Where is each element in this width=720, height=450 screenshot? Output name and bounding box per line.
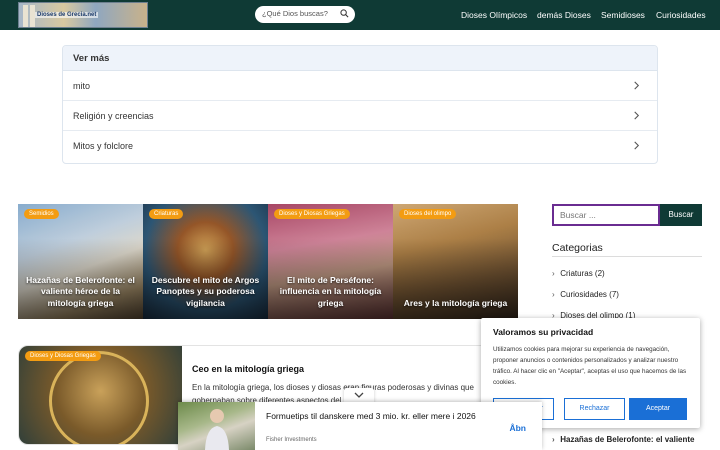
article-title[interactable]: Ceo en la mitología griega <box>192 364 304 374</box>
featured-post-persefone[interactable]: Dioses y Diosas Griegas El mito de Persé… <box>268 204 393 319</box>
nav-item-dioses-olimpicos[interactable]: Dioses Olímpicos <box>461 10 527 20</box>
image-frame <box>49 351 149 444</box>
category-badge[interactable]: Dioses del olimpo <box>399 209 457 219</box>
featured-post-title[interactable]: El mito de Perséfone: influencia en la m… <box>274 275 387 309</box>
sidebar-search-input[interactable]: Buscar ... <box>552 204 660 226</box>
ad-image <box>178 402 255 450</box>
logo-text: Dioses de Grecia.net <box>35 12 99 18</box>
chevron-right-icon <box>634 81 640 90</box>
cookie-title: Valoramos su privacidad <box>493 327 594 337</box>
nav-menu-3: Semidioses <box>601 0 645 30</box>
chevron-right-icon: › <box>552 269 555 278</box>
nav-item-demas-dioses[interactable]: demás Dioses <box>537 10 591 20</box>
sidebar-search-placeholder: Buscar ... <box>560 210 596 220</box>
article-image[interactable]: Dioses y Diosas Griegas <box>19 346 182 444</box>
see-more-card: Ver más mito Religión y creencias Mitos … <box>62 45 658 164</box>
see-more-item-mito[interactable]: mito <box>63 71 657 101</box>
ad-open-button[interactable]: Åbn <box>509 423 526 433</box>
category-link-criaturas[interactable]: › Criaturas (2) <box>552 269 605 278</box>
nav-menu: Dioses Olímpicos <box>461 0 527 30</box>
recent-post-link[interactable]: › Hazañas de Belerofonte: el valiente <box>552 435 695 444</box>
category-badge[interactable]: Dioses y Diosas Griegas <box>274 209 350 219</box>
chevron-right-icon: › <box>552 435 555 444</box>
category-label: Criaturas (2) <box>560 269 605 278</box>
search-icon[interactable] <box>340 9 349 18</box>
see-more-item-mitos-folclore[interactable]: Mitos y folclore <box>63 131 657 161</box>
nav-menu-2: demás Dioses <box>537 0 591 30</box>
featured-posts: Semidios Hazañas de Belerofonte: el vali… <box>18 204 518 319</box>
featured-post-title[interactable]: Descubre el mito de Argos Panoptes y su … <box>149 275 262 309</box>
cookie-accept-button[interactable]: Aceptar <box>629 398 687 420</box>
nav-item-curiosidades[interactable]: Curiosidades <box>656 10 706 20</box>
see-more-item-religion[interactable]: Religión y creencias <box>63 101 657 131</box>
categories-heading: Categorias <box>552 242 603 254</box>
see-more-item-label: Religión y creencias <box>73 111 154 121</box>
cookie-text: Utilizamos cookies para mejorar su exper… <box>493 346 687 387</box>
ad-source: Fisher Investments <box>266 437 317 443</box>
featured-post-title[interactable]: Hazañas de Belerofonte: el valiente héro… <box>24 275 137 309</box>
nav-item-semidioses[interactable]: Semidioses <box>601 10 645 20</box>
featured-post-argos[interactable]: Criaturas Descubre el mito de Argos Pano… <box>143 204 268 319</box>
chevron-right-icon <box>634 141 640 150</box>
ad-banner[interactable]: Formuetips til danskere med 3 mio. kr. e… <box>178 402 542 450</box>
category-link-curiosidades[interactable]: › Curiosidades (7) <box>552 290 619 299</box>
category-badge[interactable]: Semidios <box>24 209 59 219</box>
category-label: Curiosidades (7) <box>560 290 619 299</box>
chevron-right-icon: › <box>552 290 555 299</box>
chevron-right-icon <box>634 111 640 120</box>
header-search-input[interactable]: ¿Qué Dios buscas? <box>255 6 355 23</box>
recent-post-label: Hazañas de Belerofonte: el valiente <box>560 435 695 444</box>
featured-post-ares[interactable]: Dioses del olimpo Ares y la mitología gr… <box>393 204 518 319</box>
ad-title[interactable]: Formuetips til danskere med 3 mio. kr. e… <box>266 411 486 423</box>
site-logo[interactable]: Dioses de Grecia.net <box>18 2 148 28</box>
see-more-title: Ver más <box>63 46 657 71</box>
site-header: Dioses de Grecia.net ¿Qué Dios buscas? D… <box>0 0 720 30</box>
category-badge[interactable]: Criaturas <box>149 209 184 219</box>
see-more-item-label: Mitos y folclore <box>73 141 134 151</box>
sidebar-search-button[interactable]: Buscar <box>660 204 702 226</box>
header-search-placeholder: ¿Qué Dios buscas? <box>262 9 328 18</box>
divider <box>552 256 702 257</box>
featured-post-belerofonte[interactable]: Semidios Hazañas de Belerofonte: el vali… <box>18 204 143 319</box>
category-badge[interactable]: Dioses y Diosas Griegas <box>25 351 101 361</box>
nav-menu-4: Curiosidades <box>656 0 706 30</box>
logo-column-1 <box>23 5 28 27</box>
featured-post-title[interactable]: Ares y la mitología griega <box>399 298 512 309</box>
cookie-reject-button[interactable]: Rechazar <box>564 398 625 420</box>
person-icon <box>205 409 229 450</box>
see-more-item-label: mito <box>73 81 91 91</box>
